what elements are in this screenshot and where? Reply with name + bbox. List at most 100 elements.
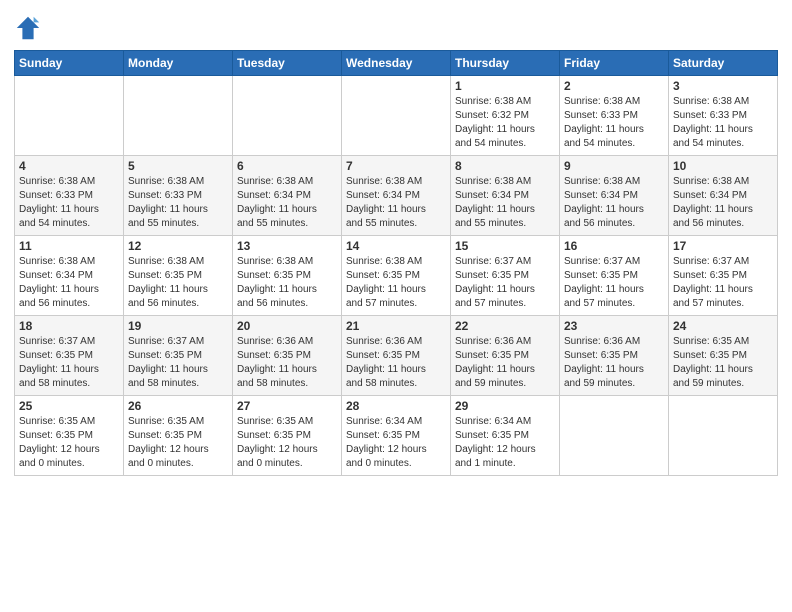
- day-info: Sunrise: 6:38 AM Sunset: 6:32 PM Dayligh…: [455, 95, 555, 151]
- day-info: Sunrise: 6:38 AM Sunset: 6:34 PM Dayligh…: [237, 175, 337, 231]
- calendar-cell: 26Sunrise: 6:35 AM Sunset: 6:35 PM Dayli…: [124, 396, 233, 476]
- day-info: Sunrise: 6:36 AM Sunset: 6:35 PM Dayligh…: [564, 335, 664, 391]
- day-info: Sunrise: 6:38 AM Sunset: 6:35 PM Dayligh…: [237, 255, 337, 311]
- day-info: Sunrise: 6:38 AM Sunset: 6:35 PM Dayligh…: [128, 255, 228, 311]
- calendar-cell: 7 Sunrise: 6:38 AM Sunset: 6:34 PM Daylig…: [342, 156, 451, 236]
- week-row: 25 Sunrise: 6:35 AM Sunset: 6:35 PM Dayli…: [15, 396, 778, 476]
- header-cell-saturday: Saturday: [669, 51, 778, 76]
- calendar-cell: 5 Sunrise: 6:38 AM Sunset: 6:33 PM Daylig…: [124, 156, 233, 236]
- day-info: Sunrise: 6:35 AM Sunset: 6:35 PM Dayligh…: [19, 415, 119, 471]
- calendar-cell: 14 Sunrise: 6:38 AM Sunset: 6:35 PM Dayli…: [342, 236, 451, 316]
- calendar-cell: 18 Sunrise: 6:37 AM Sunset: 6:35 PM Dayli…: [15, 316, 124, 396]
- calendar-cell: 12 Sunrise: 6:38 AM Sunset: 6:35 PM Dayli…: [124, 236, 233, 316]
- day-number: 11: [19, 239, 119, 253]
- day-info: Sunrise: 6:38 AM Sunset: 6:34 PM Dayligh…: [564, 175, 664, 231]
- day-info: Sunrise: 6:38 AM Sunset: 6:34 PM Dayligh…: [455, 175, 555, 231]
- day-number: 4: [19, 159, 119, 173]
- header-cell-wednesday: Wednesday: [342, 51, 451, 76]
- day-info: Sunrise: 6:35 AM Sunset: 6:35 PM Dayligh…: [128, 415, 228, 471]
- calendar-cell: [233, 76, 342, 156]
- day-info: Sunrise: 6:35 AM Sunset: 6:35 PM Dayligh…: [237, 415, 337, 471]
- day-number: 14: [346, 239, 446, 253]
- day-number: 21: [346, 319, 446, 333]
- header: [14, 10, 778, 42]
- calendar-cell: 16Sunrise: 6:37 AM Sunset: 6:35 PM Dayli…: [560, 236, 669, 316]
- day-number: 18: [19, 319, 119, 333]
- day-number: 8: [455, 159, 555, 173]
- calendar-cell: 17 Sunrise: 6:37 AM Sunset: 6:35 PM Dayli…: [669, 236, 778, 316]
- day-number: 17: [673, 239, 773, 253]
- day-number: 28: [346, 399, 446, 413]
- calendar-cell: [560, 396, 669, 476]
- day-info: Sunrise: 6:38 AM Sunset: 6:35 PM Dayligh…: [346, 255, 446, 311]
- day-number: 6: [237, 159, 337, 173]
- day-number: 16: [564, 239, 664, 253]
- calendar-cell: 21 Sunrise: 6:36 AM Sunset: 6:35 PM Dayli…: [342, 316, 451, 396]
- day-number: 20: [237, 319, 337, 333]
- day-number: 12: [128, 239, 228, 253]
- logo-icon: [14, 14, 42, 42]
- day-number: 24: [673, 319, 773, 333]
- day-number: 22: [455, 319, 555, 333]
- calendar-cell: 8 Sunrise: 6:38 AM Sunset: 6:34 PM Daylig…: [451, 156, 560, 236]
- calendar-cell: 11 Sunrise: 6:38 AM Sunset: 6:34 PM Dayli…: [15, 236, 124, 316]
- day-number: 10: [673, 159, 773, 173]
- day-info: Sunrise: 6:34 AM Sunset: 6:35 PM Dayligh…: [455, 415, 555, 471]
- calendar-cell: [124, 76, 233, 156]
- header-cell-monday: Monday: [124, 51, 233, 76]
- day-number: 23: [564, 319, 664, 333]
- day-info: Sunrise: 6:34 AM Sunset: 6:35 PM Dayligh…: [346, 415, 446, 471]
- calendar-cell: 4 Sunrise: 6:38 AM Sunset: 6:33 PM Daylig…: [15, 156, 124, 236]
- calendar-cell: 22 Sunrise: 6:36 AM Sunset: 6:35 PM Dayli…: [451, 316, 560, 396]
- calendar-table: SundayMondayTuesdayWednesdayThursdayFrid…: [14, 50, 778, 476]
- calendar-body: 1 Sunrise: 6:38 AM Sunset: 6:32 PM Daylig…: [15, 76, 778, 476]
- calendar-cell: 2Sunrise: 6:38 AM Sunset: 6:33 PM Daylig…: [560, 76, 669, 156]
- day-info: Sunrise: 6:38 AM Sunset: 6:34 PM Dayligh…: [19, 255, 119, 311]
- day-info: Sunrise: 6:37 AM Sunset: 6:35 PM Dayligh…: [673, 255, 773, 311]
- week-row: 1 Sunrise: 6:38 AM Sunset: 6:32 PM Daylig…: [15, 76, 778, 156]
- calendar-cell: 13 Sunrise: 6:38 AM Sunset: 6:35 PM Dayli…: [233, 236, 342, 316]
- header-cell-thursday: Thursday: [451, 51, 560, 76]
- calendar-cell: 27 Sunrise: 6:35 AM Sunset: 6:35 PM Dayli…: [233, 396, 342, 476]
- week-row: 18 Sunrise: 6:37 AM Sunset: 6:35 PM Dayli…: [15, 316, 778, 396]
- day-number: 25: [19, 399, 119, 413]
- day-info: Sunrise: 6:38 AM Sunset: 6:33 PM Dayligh…: [19, 175, 119, 231]
- week-row: 11 Sunrise: 6:38 AM Sunset: 6:34 PM Dayli…: [15, 236, 778, 316]
- day-info: Sunrise: 6:37 AM Sunset: 6:35 PM Dayligh…: [455, 255, 555, 311]
- calendar-cell: 29Sunrise: 6:34 AM Sunset: 6:35 PM Dayli…: [451, 396, 560, 476]
- day-number: 13: [237, 239, 337, 253]
- day-info: Sunrise: 6:37 AM Sunset: 6:35 PM Dayligh…: [19, 335, 119, 391]
- calendar-cell: 1 Sunrise: 6:38 AM Sunset: 6:32 PM Daylig…: [451, 76, 560, 156]
- calendar-cell: 15Sunrise: 6:37 AM Sunset: 6:35 PM Dayli…: [451, 236, 560, 316]
- day-info: Sunrise: 6:36 AM Sunset: 6:35 PM Dayligh…: [455, 335, 555, 391]
- day-number: 5: [128, 159, 228, 173]
- header-cell-sunday: Sunday: [15, 51, 124, 76]
- calendar-cell: 19 Sunrise: 6:37 AM Sunset: 6:35 PM Dayli…: [124, 316, 233, 396]
- calendar-cell: [342, 76, 451, 156]
- calendar-cell: 24Sunrise: 6:35 AM Sunset: 6:35 PM Dayli…: [669, 316, 778, 396]
- page-container: SundayMondayTuesdayWednesdayThursdayFrid…: [0, 0, 792, 486]
- day-info: Sunrise: 6:38 AM Sunset: 6:34 PM Dayligh…: [346, 175, 446, 231]
- calendar-cell: [15, 76, 124, 156]
- day-info: Sunrise: 6:36 AM Sunset: 6:35 PM Dayligh…: [346, 335, 446, 391]
- day-info: Sunrise: 6:38 AM Sunset: 6:33 PM Dayligh…: [673, 95, 773, 151]
- week-row: 4 Sunrise: 6:38 AM Sunset: 6:33 PM Daylig…: [15, 156, 778, 236]
- header-cell-friday: Friday: [560, 51, 669, 76]
- day-info: Sunrise: 6:38 AM Sunset: 6:33 PM Dayligh…: [128, 175, 228, 231]
- day-number: 19: [128, 319, 228, 333]
- day-info: Sunrise: 6:37 AM Sunset: 6:35 PM Dayligh…: [128, 335, 228, 391]
- calendar-cell: 28 Sunrise: 6:34 AM Sunset: 6:35 PM Dayli…: [342, 396, 451, 476]
- day-number: 3: [673, 79, 773, 93]
- calendar-header: SundayMondayTuesdayWednesdayThursdayFrid…: [15, 51, 778, 76]
- calendar-cell: 23 Sunrise: 6:36 AM Sunset: 6:35 PM Dayli…: [560, 316, 669, 396]
- calendar-cell: 10 Sunrise: 6:38 AM Sunset: 6:34 PM Dayli…: [669, 156, 778, 236]
- calendar-cell: 9 Sunrise: 6:38 AM Sunset: 6:34 PM Daylig…: [560, 156, 669, 236]
- calendar-cell: [669, 396, 778, 476]
- calendar-cell: 3 Sunrise: 6:38 AM Sunset: 6:33 PM Daylig…: [669, 76, 778, 156]
- day-number: 7: [346, 159, 446, 173]
- day-info: Sunrise: 6:38 AM Sunset: 6:34 PM Dayligh…: [673, 175, 773, 231]
- day-number: 1: [455, 79, 555, 93]
- calendar-cell: 20Sunrise: 6:36 AM Sunset: 6:35 PM Dayli…: [233, 316, 342, 396]
- day-number: 27: [237, 399, 337, 413]
- day-number: 9: [564, 159, 664, 173]
